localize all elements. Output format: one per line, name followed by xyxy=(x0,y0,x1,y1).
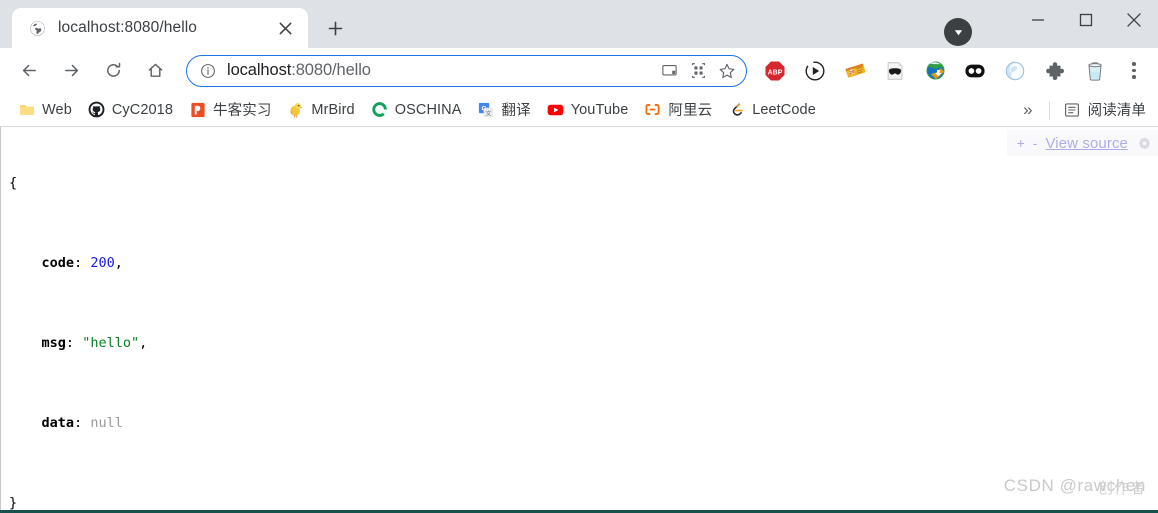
qr-code-icon[interactable] xyxy=(685,58,711,84)
leetcode-icon xyxy=(728,101,745,118)
new-tab-button[interactable] xyxy=(318,11,352,45)
json-comma: , xyxy=(114,255,123,271)
bookmark-item-translate[interactable]: G 文 翻译 xyxy=(469,97,538,123)
bookmark-item-nowcoder[interactable]: 牛客实习 xyxy=(181,97,279,123)
bookmarks-divider xyxy=(1048,100,1050,119)
bookmark-item-mrbird[interactable]: MrBird xyxy=(279,97,362,123)
json-value: 200 xyxy=(90,255,115,271)
chrome-menu-button[interactable] xyxy=(1120,56,1148,86)
bookmark-label: 牛客实习 xyxy=(213,103,272,119)
bandit-mask-icon[interactable] xyxy=(880,56,910,86)
json-comma: , xyxy=(139,335,148,351)
reading-list-icon xyxy=(1064,101,1081,118)
github-icon xyxy=(88,101,105,118)
browser-window: localhost:8080/hello localhost:8080/hell… xyxy=(0,0,1158,513)
forward-button[interactable] xyxy=(54,54,88,88)
json-key: code xyxy=(41,255,75,271)
puzzle-piece-icon[interactable] xyxy=(1040,56,1070,86)
aliyun-icon xyxy=(644,101,661,118)
bookmark-label: MrBird xyxy=(311,101,355,118)
bookmark-label: OSCHINA xyxy=(394,101,462,118)
json-brace: { xyxy=(9,175,18,191)
address-bar-input[interactable]: localhost:8080/hello xyxy=(227,61,653,80)
home-button[interactable] xyxy=(138,54,172,88)
cast-icon[interactable] xyxy=(656,58,682,84)
tab-strip: localhost:8080/hello xyxy=(0,0,1158,48)
watermark-overlay: 创作者 xyxy=(1097,480,1146,497)
video-downloader-icon[interactable] xyxy=(800,56,830,86)
bookmarks-bar: Web CyC2018 牛客实习 MrBird OSCHINA 文 翻译 You… xyxy=(0,93,1158,127)
json-viewer: { code: 200, msg: "hello", data: null } xyxy=(1,127,1158,510)
info-circle-icon[interactable] xyxy=(197,60,219,82)
bookmark-item-cyc2018[interactable]: CyC2018 xyxy=(80,97,181,123)
bookmark-label: Web xyxy=(42,101,72,118)
json-key: data xyxy=(41,415,75,431)
bookmark-item-oschina[interactable]: OSCHINA xyxy=(363,97,470,123)
bookmark-item-youtube[interactable]: YouTube xyxy=(539,97,637,123)
close-tab-icon[interactable] xyxy=(272,15,298,41)
minimize-button[interactable] xyxy=(1014,0,1062,40)
bookmark-item-web[interactable]: Web xyxy=(10,97,80,123)
bookmarks-overflow-button[interactable]: » xyxy=(1013,101,1042,118)
reload-button[interactable] xyxy=(96,54,130,88)
bookmark-item-aliyun[interactable]: 阿里云 xyxy=(636,97,720,123)
globe-icon xyxy=(28,19,46,37)
bookmark-label: 翻译 xyxy=(501,103,531,119)
menu-dot xyxy=(1132,75,1136,79)
bookmark-label: 阿里云 xyxy=(668,103,713,119)
dual-circles-icon[interactable] xyxy=(960,56,990,86)
json-open-brace: { xyxy=(9,173,1158,193)
json-entry-msg[interactable]: msg: "hello", xyxy=(9,333,1158,353)
bookmark-item-leetcode[interactable]: LeetCode xyxy=(720,97,824,123)
bird-icon xyxy=(287,101,304,118)
svg-text:文: 文 xyxy=(485,109,491,117)
bookmark-star-icon[interactable] xyxy=(714,58,740,84)
browser-toolbar: localhost:8080/hello ABP 20 xyxy=(0,48,1158,93)
json-entry-data[interactable]: data: null xyxy=(9,413,1158,433)
bookmark-label: YouTube xyxy=(570,101,629,118)
coupon-icon[interactable]: 20 xyxy=(840,56,870,86)
adblock-plus-icon[interactable]: ABP xyxy=(760,56,790,86)
json-entry-code[interactable]: code: 200, xyxy=(9,253,1158,273)
youtube-icon xyxy=(547,101,564,118)
page-viewport: + - View source { code: 200, msg: "hello… xyxy=(0,127,1158,510)
json-separator: : xyxy=(74,255,83,271)
idm-globe-icon[interactable] xyxy=(920,56,950,86)
json-value: null xyxy=(90,415,123,431)
svg-text:ABP: ABP xyxy=(768,69,783,76)
maximize-button[interactable] xyxy=(1062,0,1110,40)
close-window-button[interactable] xyxy=(1110,0,1158,40)
json-key: msg xyxy=(41,335,66,351)
menu-dot xyxy=(1132,62,1136,66)
reading-list-button[interactable]: 阅读清单 xyxy=(1056,97,1154,123)
menu-dot xyxy=(1132,68,1136,73)
json-separator: : xyxy=(65,335,75,351)
url-path: :8080/hello xyxy=(291,61,371,79)
trash-can-icon[interactable] xyxy=(1080,56,1110,86)
google-translate-icon: G 文 xyxy=(477,101,494,118)
window-controls xyxy=(1014,0,1158,46)
browser-tab[interactable]: localhost:8080/hello xyxy=(12,8,308,48)
folder-icon xyxy=(18,101,35,118)
back-button[interactable] xyxy=(12,54,46,88)
json-value: "hello" xyxy=(82,335,140,351)
reading-list-label: 阅读清单 xyxy=(1087,103,1146,119)
oschina-icon xyxy=(371,101,388,118)
bookmark-label: LeetCode xyxy=(752,101,816,118)
blue-swirl-icon[interactable] xyxy=(1000,56,1030,86)
bookmark-label: CyC2018 xyxy=(111,101,174,118)
extension-icons: ABP 20 xyxy=(755,56,1150,86)
json-separator: : xyxy=(74,415,83,431)
download-indicator-icon[interactable] xyxy=(944,18,972,46)
json-close-brace: } xyxy=(9,493,1158,510)
url-host: localhost xyxy=(227,61,292,79)
csdn-watermark: CSDN @rawchen 创作者 xyxy=(1004,476,1146,497)
json-brace: } xyxy=(9,495,18,510)
address-bar[interactable]: localhost:8080/hello xyxy=(186,54,747,87)
nowcoder-icon xyxy=(189,101,206,118)
tab-title: localhost:8080/hello xyxy=(58,19,198,36)
